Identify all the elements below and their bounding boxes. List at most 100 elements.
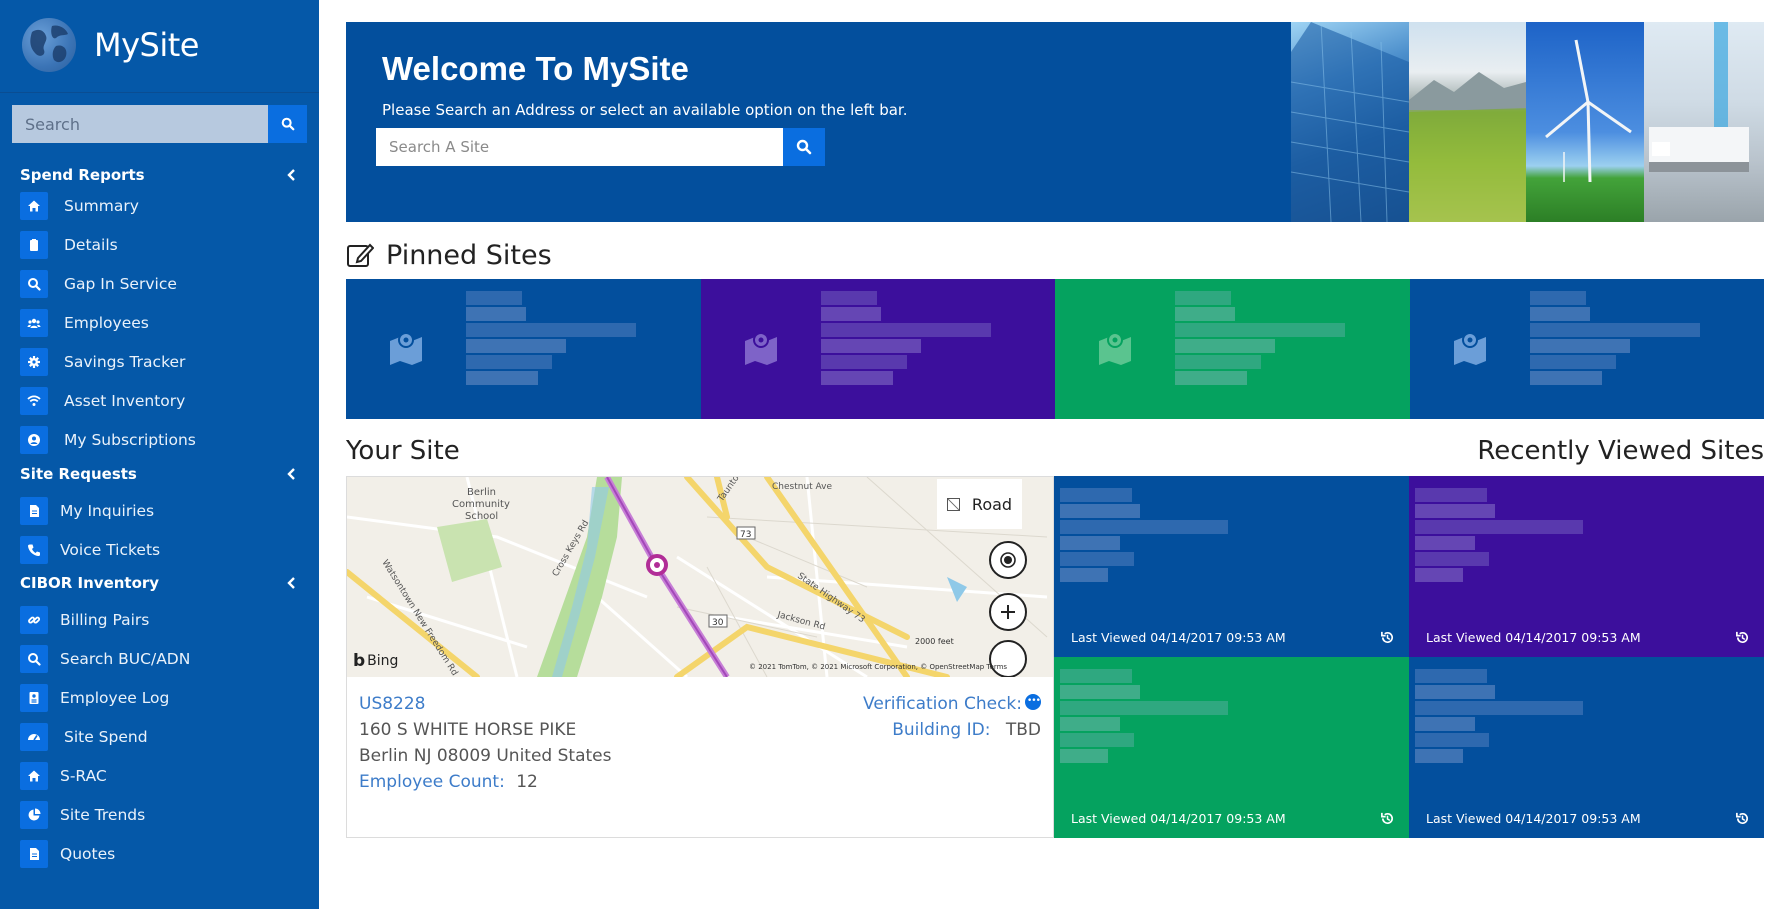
sidebar-search-input[interactable] [12,105,268,143]
more-options-icon[interactable] [1025,688,1041,714]
redacted-text-block [1415,733,1489,747]
sidebar-item-label: Employee Log [60,689,170,707]
redacted-text-block [1175,355,1261,369]
chevron-left-icon[interactable] [282,464,302,484]
redacted-text-block [466,339,566,353]
sidebar-search-button[interactable] [268,105,307,143]
sidebar-item-label: Search BUC/ADN [60,650,191,668]
recent-site-tile[interactable]: Last Viewed 04/14/2017 09:53 AM [1409,657,1764,838]
site-id-link[interactable]: US8228 [359,691,611,717]
phone-icon [20,536,48,564]
recent-site-tile[interactable]: Last Viewed 04/14/2017 09:53 AM [1054,476,1409,657]
sidebar-item-employees[interactable]: Employees [20,309,149,337]
site-search-input[interactable] [376,128,783,166]
section-spend-reports[interactable]: Spend Reports [20,163,302,187]
sidebar-item-search-buc-adn[interactable]: Search BUC/ADN [20,645,190,673]
locate-me-button[interactable] [989,541,1027,579]
page-title: Welcome To MySite [382,50,689,87]
redacted-text-block [1415,536,1475,550]
section-title: Spend Reports [20,166,145,184]
redacted-text-block [1415,749,1463,763]
brand[interactable]: MySite [22,14,199,76]
site-map[interactable]: Berlin Community School 73 30 Chestnut A… [347,477,1053,677]
gear-icon [20,348,48,376]
site-search-button[interactable] [783,128,825,166]
sidebar-item-label: Site Spend [64,728,148,746]
map-layer-button[interactable]: Road [937,479,1022,529]
globe-icon [22,18,76,72]
edit-icon[interactable] [346,242,374,268]
redacted-text-block [1060,520,1228,534]
history-icon[interactable] [1380,630,1395,645]
sidebar-item-label: My Inquiries [60,502,155,520]
redacted-text-block [1060,717,1120,731]
sidebar-item-my-subscriptions[interactable]: My Subscriptions [20,426,196,454]
document-icon [20,840,48,868]
dashboard-icon [20,723,48,751]
employee-count: Employee Count: 12 [359,769,611,795]
chevron-left-icon[interactable] [282,573,302,593]
link-icon [20,606,48,634]
history-icon[interactable] [1735,811,1750,826]
sidebar-item-quotes[interactable]: Quotes [20,840,115,868]
zoom-in-button[interactable] [989,593,1027,631]
redacted-text-block [1175,307,1235,321]
user-circle-icon [20,426,48,454]
map-marker-icon [390,332,422,365]
sidebar-item-billing-pairs[interactable]: Billing Pairs [20,606,149,634]
sidebar-item-site-spend[interactable]: Site Spend [20,723,148,751]
redacted-text-block [1529,339,1630,353]
chevron-left-icon[interactable] [282,165,302,185]
redacted-text-block [1415,701,1583,715]
building-id-label: Building ID: [892,720,991,740]
pinned-site-tile[interactable] [700,279,1055,419]
zoom-out-button[interactable] [989,640,1027,677]
clipboard-icon [20,231,48,259]
section-cibor-inventory[interactable]: CIBOR Inventory [20,571,302,595]
sidebar-item-savings-tracker[interactable]: Savings Tracker [20,348,185,376]
pie-chart-icon [20,801,48,829]
history-icon[interactable] [1735,630,1750,645]
sidebar-item-employee-log[interactable]: Employee Log [20,684,169,712]
divider [0,92,319,93]
recently-viewed-sites: Last Viewed 04/14/2017 09:53 AM Last Vie… [1054,476,1764,838]
recent-site-footer: Last Viewed 04/14/2017 09:53 AM [1409,798,1764,838]
redacted-text-block [820,355,907,369]
map-copyright[interactable]: © 2021 TomTom, © 2021 Microsoft Corporat… [749,663,1007,671]
pinned-site-tile[interactable] [346,279,701,419]
sidebar-item-gap-in-service[interactable]: Gap In Service [20,270,177,298]
redacted-text-block [1060,669,1132,683]
redacted-text-block [1060,749,1108,763]
field-photo [1409,22,1526,222]
sidebar-item-my-inquiries[interactable]: My Inquiries [20,497,154,525]
pinned-site-tile[interactable] [1055,279,1410,419]
sidebar-item-s-rac[interactable]: S-RAC [20,762,107,790]
redacted-text-block [1060,536,1120,550]
sidebar-item-label: Employees [64,314,149,332]
wind-turbine-photo [1526,22,1644,222]
recent-site-tile[interactable]: Last Viewed 04/14/2017 09:53 AM [1054,657,1409,838]
sidebar-item-label: My Subscriptions [64,431,196,449]
document-icon [20,497,48,525]
pinned-sites-heading: Pinned Sites [346,239,552,271]
redacted-text-block [1415,717,1475,731]
sidebar-item-label: Billing Pairs [60,611,150,629]
sidebar-item-asset-inventory[interactable]: Asset Inventory [20,387,185,415]
verification-label: Verification Check: [863,694,1022,714]
id-card-icon [20,684,48,712]
section-site-requests[interactable]: Site Requests [20,462,302,486]
redacted-text-block [1060,568,1108,582]
sidebar-item-voice-tickets[interactable]: Voice Tickets [20,536,160,564]
pinned-site-tile[interactable] [1409,279,1764,419]
sidebar-item-site-trends[interactable]: Site Trends [20,801,145,829]
pinned-sites-title: Pinned Sites [386,239,552,271]
skyscraper-photo [1291,22,1409,222]
recent-site-tile[interactable]: Last Viewed 04/14/2017 09:53 AM [1409,476,1764,657]
last-viewed-text: Last Viewed 04/14/2017 09:53 AM [1426,629,1641,645]
history-icon[interactable] [1380,811,1395,826]
search-icon [796,139,812,155]
sidebar-item-details[interactable]: Details [20,231,118,259]
map-scale: 2000 feet [915,637,954,646]
sidebar-item-summary[interactable]: Summary [20,192,139,220]
search-icon [281,117,294,131]
